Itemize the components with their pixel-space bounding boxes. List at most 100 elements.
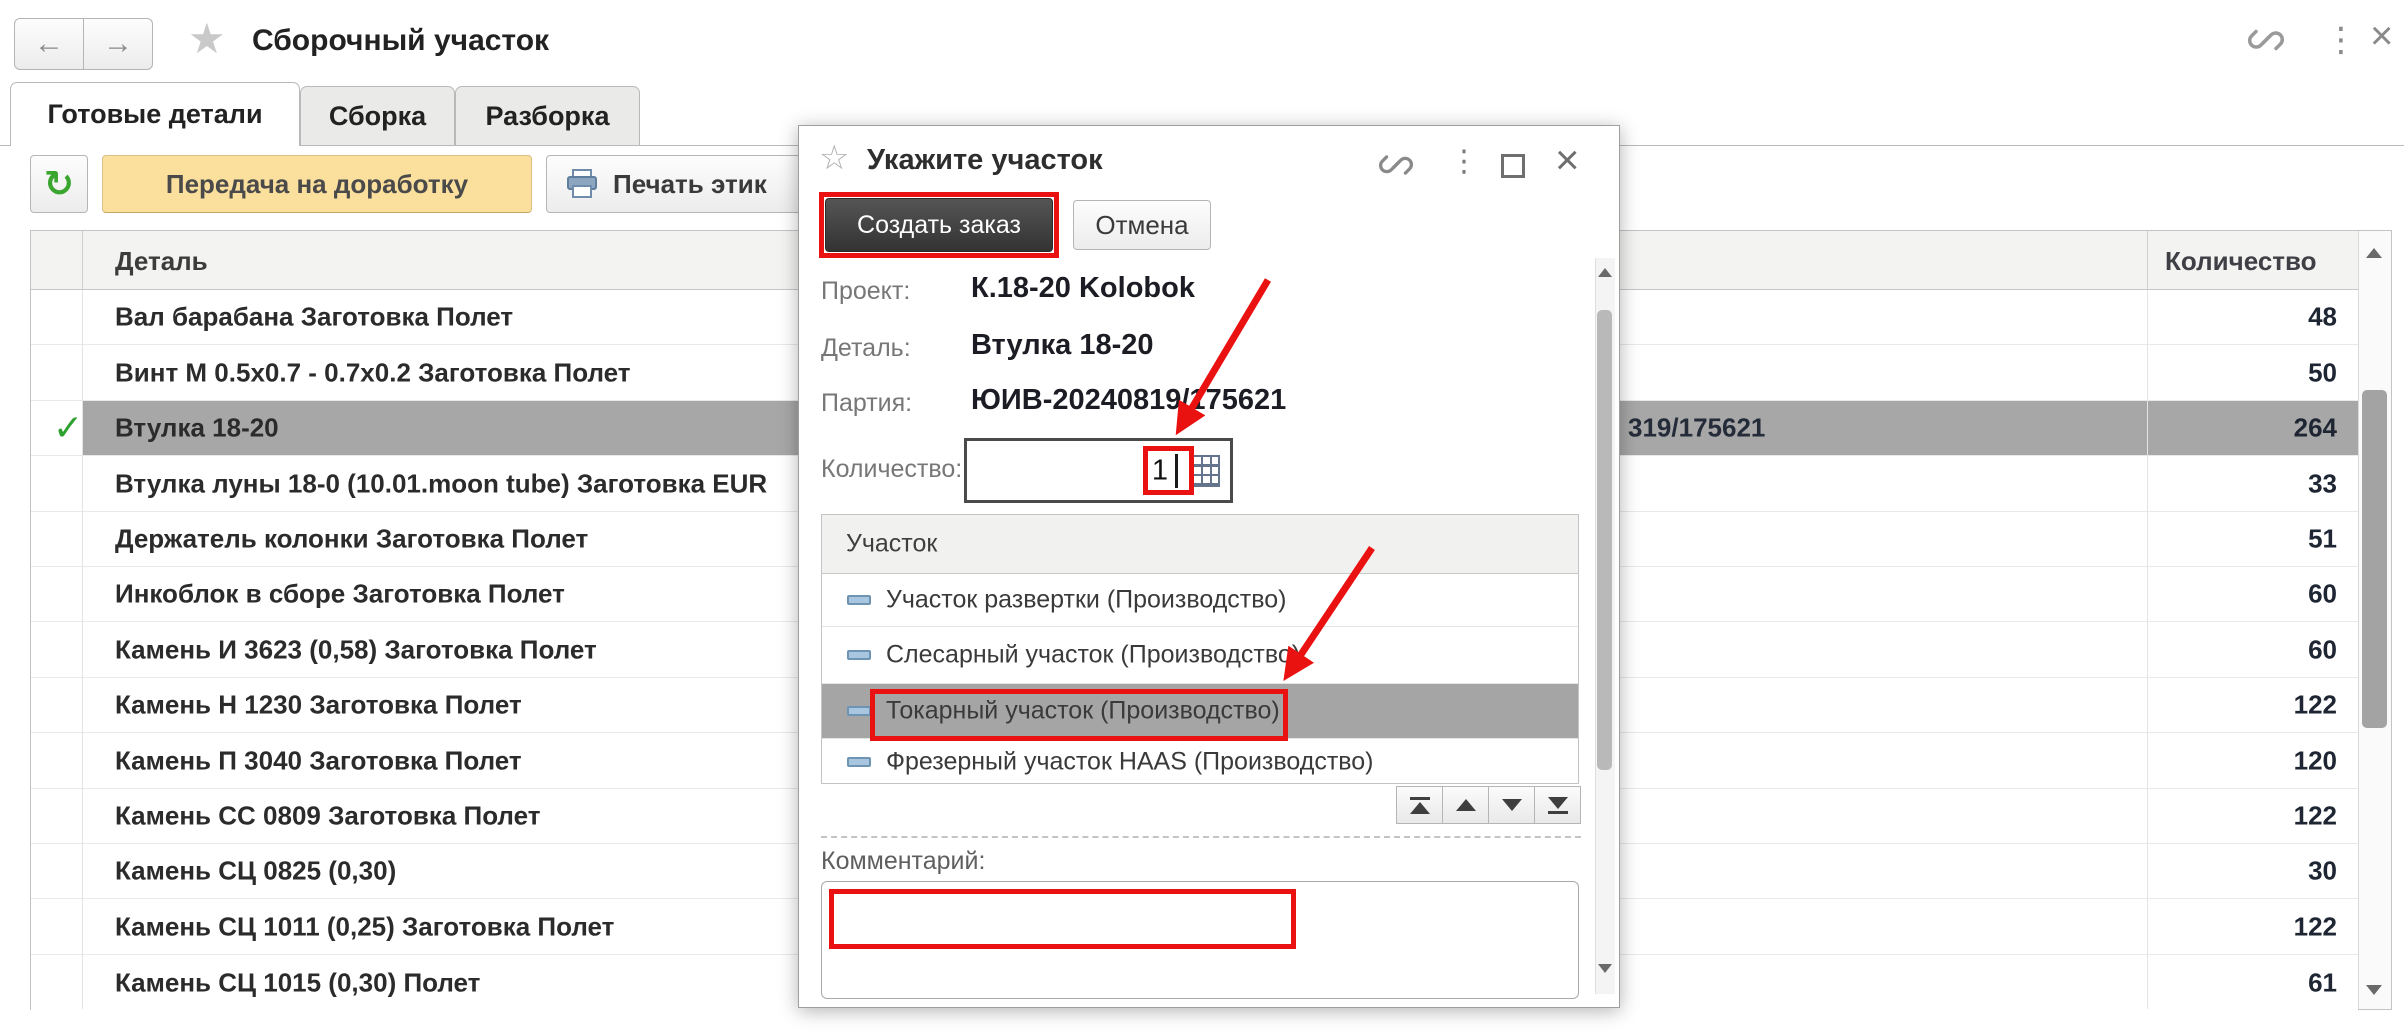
quantity-input[interactable]: 1 [964,438,1233,503]
move-top-arrow-icon [1410,802,1430,814]
part-name: Камень СЦ 1011 (0,25) Заготовка Полет [115,911,614,942]
part-name: Инкоблок в сборе Заготовка Полет [115,579,565,610]
part-qty: 30 [2308,856,2337,887]
field-label-project: Проект: [821,277,910,306]
part-qty: 50 [2308,357,2337,388]
part-name: Втулка 18-20 [115,413,279,444]
part-name: Камень СЦ 0825 (0,30) [115,856,396,887]
dialog-menu-dots-icon[interactable]: ⋮ [1449,144,1479,179]
section-list-header-label: Участок [846,530,937,559]
scroll-up-icon[interactable] [2366,248,2382,258]
cancel-label: Отмена [1095,210,1188,241]
dialog-title: Укажите участок [867,144,1103,177]
list-item-icon [847,650,871,660]
batch-fragment: 319/175621 [1628,413,1765,444]
part-name: Втулка луны 18-0 (10.01.moon tube) Загот… [115,468,767,499]
tab-gotovye-detali[interactable]: Готовые детали [10,82,300,146]
menu-dots-icon[interactable]: ⋮ [2324,20,2358,60]
part-qty: 33 [2308,468,2337,499]
tab-razborka[interactable]: Разборка [455,86,640,146]
move-to-top-button[interactable] [1396,786,1443,824]
dialog-scroll-down-icon[interactable] [1598,964,1612,973]
list-item-razvertki[interactable]: Участок развертки (Производство) [822,574,1579,627]
app-window: ← → ★ Сборочный участок ⋮ × Готовые дета… [0,0,2404,1032]
header-divider [2147,231,2148,290]
table-scrollbar-thumb[interactable] [2362,390,2387,728]
field-label-batch: Партия: [821,389,912,418]
create-order-button[interactable]: Создать заказ [825,198,1053,252]
dialog-scroll-up-icon[interactable] [1598,268,1612,277]
part-qty: 51 [2308,524,2337,555]
back-arrow-icon: ← [34,27,64,61]
field-value-batch: ЮИВ-20240819/175621 [971,384,1286,417]
forward-button[interactable]: → [83,18,153,70]
separator-dashed [821,836,1581,838]
dialog-link-icon[interactable] [1377,148,1415,182]
print-button-label: Печать этик [613,169,767,200]
header-divider [82,231,83,290]
part-qty: 48 [2308,302,2337,333]
list-item-slesarny[interactable]: Слесарный участок (Производство) [822,627,1579,684]
list-item-label: Фрезерный участок HAAS (Производство) [886,748,1374,777]
print-labels-button[interactable]: Печать этик [546,155,836,213]
part-qty: 264 [2294,413,2337,444]
column-header-detail[interactable]: Деталь [115,246,208,277]
column-divider [82,290,83,1009]
part-qty: 122 [2294,690,2337,721]
tab-label: Сборка [329,101,426,132]
dialog-maximize-icon[interactable] [1501,154,1525,178]
column-header-qty[interactable]: Количество [2165,246,2317,277]
column-divider [2147,290,2148,1009]
list-item-label: Токарный участок (Производство) [886,697,1280,726]
part-qty: 60 [2308,579,2337,610]
link-icon[interactable] [2246,22,2286,58]
text-cursor [1175,454,1178,488]
list-item-frezerny[interactable]: Фрезерный участок HAAS (Производство) [822,739,1579,784]
move-bottom-arrow-icon [1548,797,1568,809]
section-list: Участок Участок развертки (Производство)… [821,514,1579,784]
calculator-icon[interactable] [1190,455,1220,487]
back-button[interactable]: ← [14,18,84,70]
scroll-down-icon[interactable] [2366,985,2382,995]
dialog-close-icon[interactable]: × [1555,136,1580,184]
tab-label: Разборка [486,101,610,132]
cancel-button[interactable]: Отмена [1073,200,1211,250]
part-name: Камень СЦ 1015 (0,30) Полет [115,967,480,998]
section-list-header: Участок [822,515,1579,574]
create-order-label: Создать заказ [857,211,1021,240]
list-item-icon [847,706,871,716]
dialog-star-icon[interactable]: ☆ [819,138,849,178]
part-qty: 120 [2294,745,2337,776]
part-qty: 122 [2294,911,2337,942]
part-name: Вал барабана Заготовка Полет [115,302,513,333]
move-down-button[interactable] [1488,786,1535,824]
row-check-icon: ✓ [53,407,83,449]
move-up-button[interactable] [1442,786,1489,824]
move-to-bottom-button[interactable] [1534,786,1581,824]
refresh-icon: ↻ [44,163,74,205]
transfer-to-rework-button[interactable]: Передача на доработку [102,155,532,213]
part-name: Держатель колонки Заготовка Полет [115,524,588,555]
part-qty: 60 [2308,634,2337,665]
list-item-icon [847,757,871,767]
comment-textarea[interactable] [821,881,1579,999]
field-value-detail: Втулка 18-20 [971,329,1154,362]
refresh-button[interactable]: ↻ [30,155,88,213]
tab-label: Готовые детали [47,99,262,130]
favorite-star-icon[interactable]: ★ [188,14,226,63]
part-name: Винт М 0.5х0.7 - 0.7х0.2 Заготовка Полет [115,357,631,388]
page-title: Сборочный участок [252,24,549,58]
quantity-label: Количество: [821,455,962,484]
window-close-icon[interactable]: × [2370,14,2393,59]
part-name: Камень И 3623 (0,58) Заготовка Полет [115,634,597,665]
move-top-bar-icon [1410,797,1430,800]
tab-sborka[interactable]: Сборка [300,86,455,146]
part-name: Камень Н 1230 Заготовка Полет [115,690,522,721]
list-item-label: Участок развертки (Производство) [886,586,1286,615]
dialog-scrollbar-thumb[interactable] [1597,310,1612,770]
field-value-project: К.18-20 Kolobok [971,272,1195,305]
transfer-button-label: Передача на доработку [166,169,468,200]
list-item-tokarny-selected[interactable]: Токарный участок (Производство) [822,684,1579,739]
quantity-value: 1 [1152,454,1168,487]
forward-arrow-icon: → [103,27,133,61]
